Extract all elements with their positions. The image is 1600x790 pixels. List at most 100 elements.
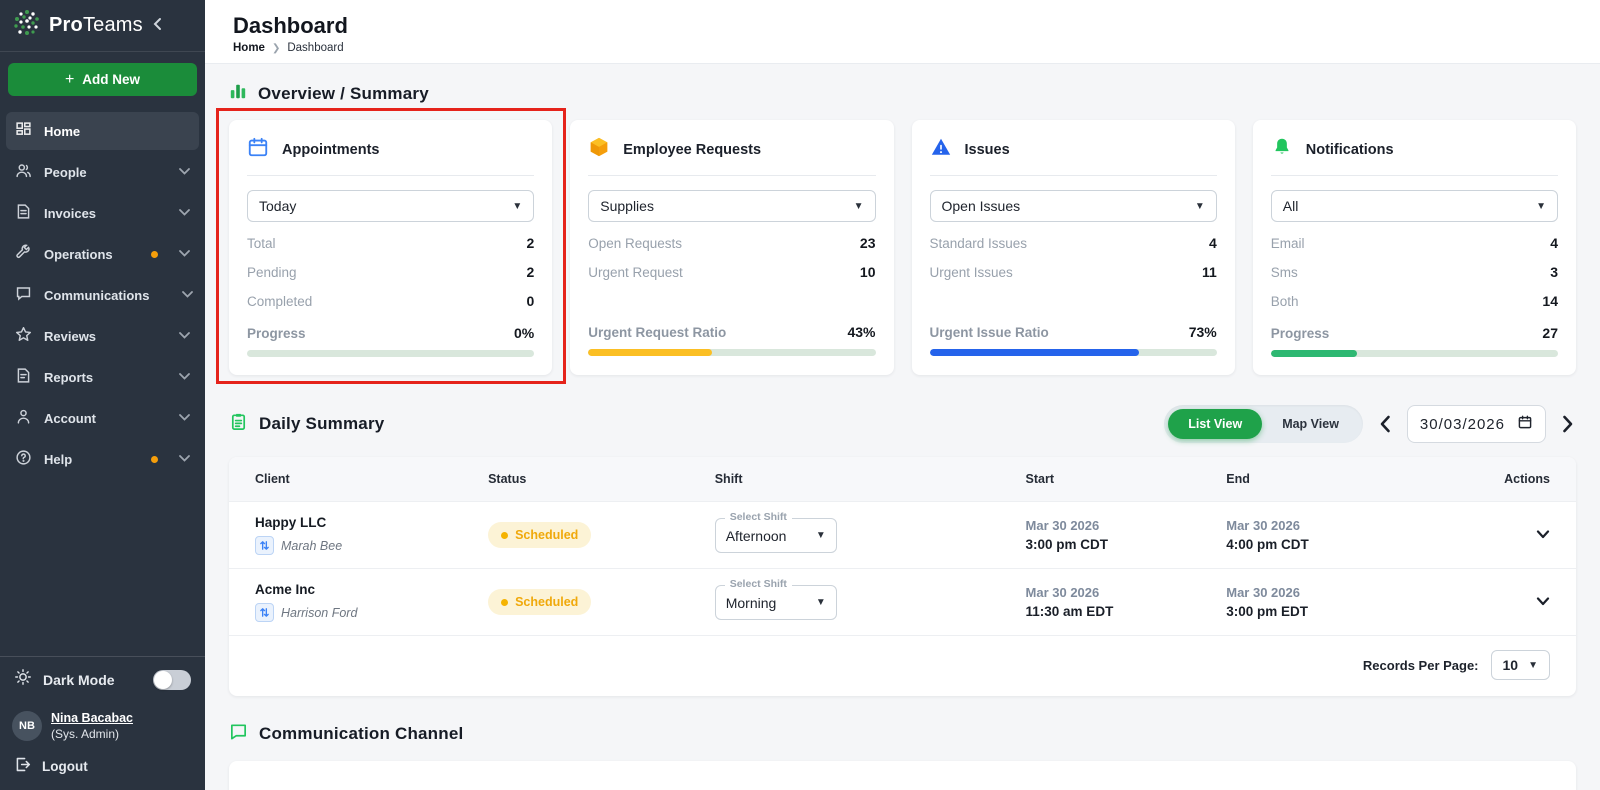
sidebar-item-account[interactable]: Account: [6, 399, 199, 437]
calendar-icon: [247, 136, 269, 163]
chevron-down-icon: [179, 330, 190, 342]
list-view-button[interactable]: List View: [1168, 409, 1263, 439]
column-header-end: End: [1226, 472, 1250, 486]
main-content: Dashboard Home ❯ Dashboard Overview / Su…: [205, 0, 1600, 790]
progress-row: Urgent Request Ratio 43%: [588, 324, 876, 340]
previous-day-button[interactable]: [1377, 413, 1393, 435]
progress-bar: [1270, 350, 1558, 357]
breadcrumb-current: Dashboard: [287, 42, 344, 54]
client-contact: Marah Bee: [281, 538, 343, 553]
card-title: Issues: [964, 141, 1010, 158]
toggle-knob: [154, 670, 172, 689]
user-name[interactable]: Nina Bacabac: [51, 711, 133, 725]
add-new-button[interactable]: + Add New: [8, 63, 197, 96]
start-time: 11:30 am EDT: [1025, 604, 1114, 619]
sidebar-item-communications[interactable]: Communications: [6, 276, 199, 314]
table-row: Happy LLC Marah Bee Scheduled Select Shi…: [229, 501, 1576, 568]
stat-row: Email 4: [1270, 235, 1558, 251]
communication-section-title: Communication Channel: [259, 724, 464, 743]
status-dot-icon: [501, 598, 509, 606]
status-badge: Scheduled: [488, 589, 592, 615]
progress-bar-fill: [1270, 350, 1357, 357]
date-input[interactable]: 30/03/2026: [1406, 405, 1546, 443]
shift-select[interactable]: Select Shift Afternoon ▼: [714, 510, 837, 553]
daily-summary-header: Daily Summary List View Map View 30/03/2…: [229, 405, 1576, 443]
logout-icon: [14, 756, 31, 776]
shift-select[interactable]: Select Shift Morning ▼: [714, 577, 837, 620]
breadcrumb-home[interactable]: Home: [233, 42, 265, 54]
breadcrumb-separator-icon: ❯: [271, 42, 281, 54]
sidebar: ProTeams + Add New Home People Invoices …: [0, 0, 205, 790]
swap-arrows-icon[interactable]: [255, 603, 274, 622]
bar-chart-icon: [229, 82, 247, 105]
notifications-filter-select[interactable]: All ▼: [1270, 190, 1558, 222]
user-profile[interactable]: NB Nina Bacabac (Sys. Admin): [0, 702, 205, 747]
logout-button[interactable]: Logout: [0, 747, 205, 790]
sidebar-item-home[interactable]: Home: [6, 112, 199, 150]
brand-name: ProTeams: [49, 14, 143, 36]
avatar: NB: [12, 711, 42, 741]
sidebar-item-people[interactable]: People: [6, 153, 199, 191]
grid-icon: [15, 121, 32, 141]
plus-icon: +: [64, 70, 75, 88]
overview-cards: Appointments Today ▼ Total 2 Pending 2 Com…: [216, 108, 1576, 384]
chevron-down-icon: [179, 248, 190, 260]
sidebar-item-reviews[interactable]: Reviews: [6, 317, 199, 355]
card-title: Notifications: [1305, 141, 1394, 158]
communication-section-header: Communication Channel: [229, 722, 1576, 746]
stat-row: Total 2: [247, 235, 535, 251]
chevron-down-icon: [179, 166, 190, 178]
client-name: Acme Inc: [255, 582, 316, 597]
end-time: 4:00 pm CDT: [1226, 537, 1309, 552]
stat-row: Pending 2: [247, 264, 535, 280]
overview-section-header: Overview / Summary: [229, 82, 1576, 105]
sidebar-item-operations[interactable]: Operations: [6, 235, 199, 273]
end-time: 3:00 pm EDT: [1226, 604, 1309, 619]
daily-summary-title: Daily Summary: [259, 414, 385, 433]
progress-bar-fill: [929, 349, 1140, 356]
records-per-page-select[interactable]: 10 ▼: [1490, 650, 1550, 680]
progress-bar-fill: [588, 349, 712, 356]
table-header-row: Client Status Shift Start End Actions: [229, 457, 1576, 501]
progress-bar: [929, 349, 1217, 356]
shift-select-label: Select Shift: [724, 510, 792, 523]
map-view-button[interactable]: Map View: [1262, 409, 1359, 439]
stat-row: Open Requests 23: [588, 235, 876, 251]
sidebar-item-reports[interactable]: Reports: [6, 358, 199, 396]
column-header-shift: Shift: [714, 472, 743, 486]
warning-icon: [930, 136, 952, 163]
row-expand-button[interactable]: [1536, 530, 1550, 539]
notification-dot: [151, 250, 158, 258]
issues-filter-select[interactable]: Open Issues ▼: [929, 190, 1217, 222]
notification-dot: [151, 455, 158, 463]
dark-mode-toggle[interactable]: [153, 669, 191, 690]
view-toggle: List View Map View: [1164, 405, 1363, 443]
breadcrumb: Home ❯ Dashboard: [233, 42, 1572, 54]
sun-icon: [14, 668, 32, 691]
cube-icon: [588, 136, 610, 163]
sidebar-item-help[interactable]: Help: [6, 440, 199, 478]
swap-arrows-icon[interactable]: [255, 536, 274, 555]
chevron-down-icon: [179, 453, 190, 465]
client-contact: Harrison Ford: [281, 605, 358, 620]
appointments-filter-select[interactable]: Today ▼: [247, 190, 535, 222]
shift-select-label: Select Shift: [724, 577, 792, 590]
end-date: Mar 30 2026: [1226, 518, 1300, 533]
requests-filter-select[interactable]: Supplies ▼: [588, 190, 876, 222]
next-day-button[interactable]: [1560, 413, 1576, 435]
row-expand-button[interactable]: [1536, 597, 1550, 606]
stat-row: Urgent Issues 11: [929, 264, 1217, 280]
page-header: Dashboard Home ❯ Dashboard: [205, 0, 1600, 64]
card-title: Appointments: [282, 141, 380, 158]
invoice-icon: [15, 203, 32, 223]
client-name: Happy LLC: [255, 515, 327, 530]
calendar-small-icon[interactable]: [1517, 414, 1533, 434]
user-role: (Sys. Admin): [51, 727, 120, 741]
sidebar-item-invoices[interactable]: Invoices: [6, 194, 199, 232]
column-header-actions: Actions: [1504, 472, 1550, 486]
chevron-down-icon: [179, 371, 190, 383]
status-badge: Scheduled: [488, 522, 592, 548]
progress-row: Urgent Issue Ratio 73%: [929, 324, 1217, 340]
sidebar-collapse-icon[interactable]: [152, 17, 162, 35]
progress-row: Progress 0%: [247, 325, 535, 341]
